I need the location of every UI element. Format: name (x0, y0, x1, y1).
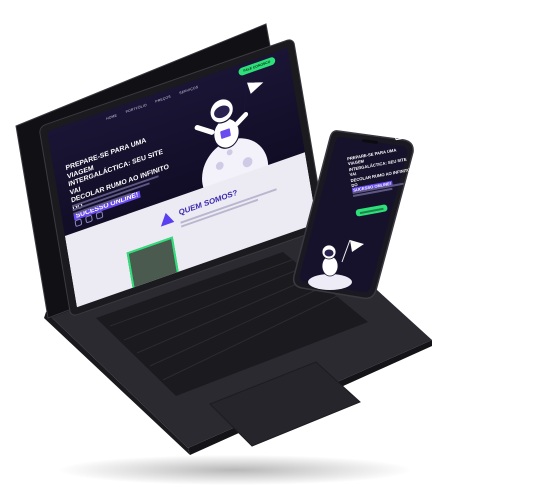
phone-body (292, 130, 414, 300)
device-mockup-scene: HOME PORTFÓLIO PREÇOS SERVIÇOS FALE CONO… (0, 0, 549, 504)
battery-icon (394, 133, 404, 141)
phone-cta-button[interactable] (355, 204, 388, 217)
